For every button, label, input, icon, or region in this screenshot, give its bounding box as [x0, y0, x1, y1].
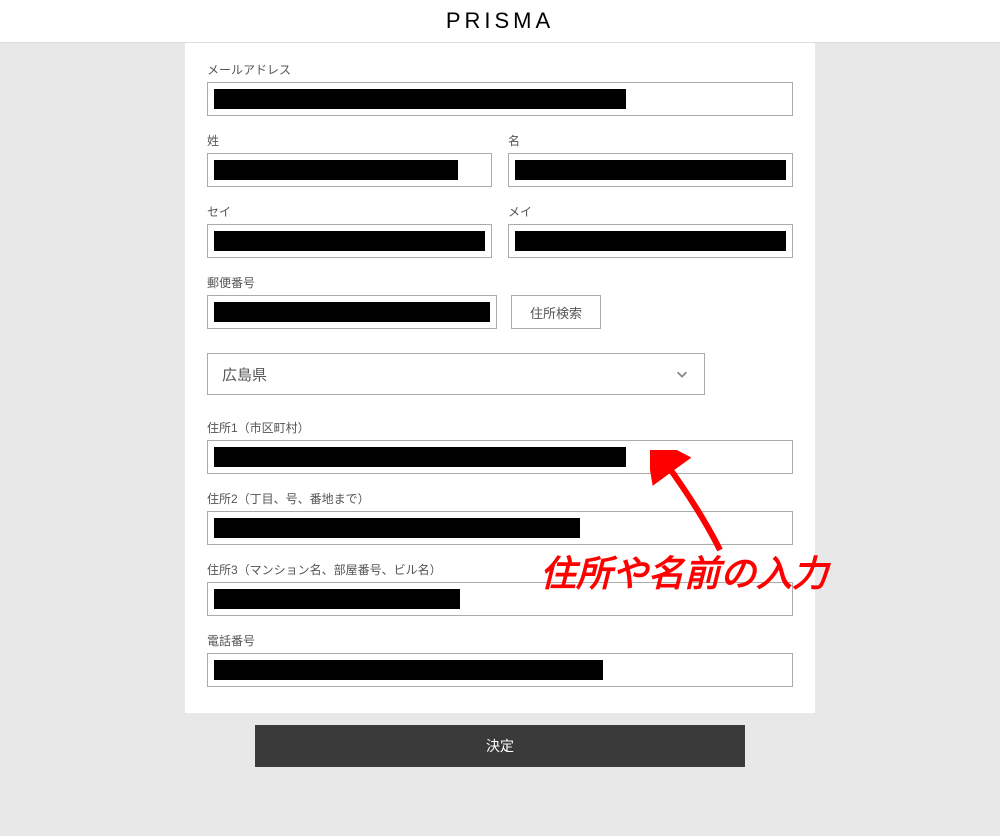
address2-field-group: 住所2（丁目、号、番地まで）: [207, 490, 793, 545]
email-input[interactable]: [207, 82, 793, 116]
first-name-kana-field-group: メイ: [508, 203, 793, 258]
first-name-field-group: 名: [508, 132, 793, 187]
submit-area: 決定: [185, 725, 815, 767]
kana-row: セイ メイ: [207, 203, 793, 274]
postal-row: 郵便番号 住所検索: [207, 274, 793, 329]
redacted-value: [214, 89, 626, 109]
phone-label: 電話番号: [207, 632, 793, 649]
email-field-group: メールアドレス: [207, 61, 793, 116]
redacted-value: [214, 589, 460, 609]
last-name-label: 姓: [207, 132, 492, 149]
phone-field-group: 電話番号: [207, 632, 793, 687]
submit-button[interactable]: 決定: [255, 725, 745, 767]
first-name-input[interactable]: [508, 153, 793, 187]
first-name-kana-label: メイ: [508, 203, 793, 220]
prefecture-selected-value: 広島県: [222, 364, 267, 385]
address2-input[interactable]: [207, 511, 793, 545]
form-container: メールアドレス 姓 名 セイ メイ: [185, 43, 815, 713]
redacted-value: [214, 518, 580, 538]
first-name-kana-input[interactable]: [508, 224, 793, 258]
phone-input[interactable]: [207, 653, 793, 687]
address3-input[interactable]: [207, 582, 793, 616]
prefecture-select[interactable]: 広島県: [207, 353, 705, 395]
redacted-value: [214, 160, 458, 180]
last-name-field-group: 姓: [207, 132, 492, 187]
address3-label: 住所3（マンション名、部屋番号、ビル名）: [207, 561, 793, 578]
chevron-down-icon: [674, 366, 690, 382]
address2-label: 住所2（丁目、号、番地まで）: [207, 490, 793, 507]
redacted-value: [214, 660, 603, 680]
address1-field-group: 住所1（市区町村）: [207, 419, 793, 474]
redacted-value: [515, 231, 786, 251]
redacted-value: [214, 231, 485, 251]
last-name-input[interactable]: [207, 153, 492, 187]
redacted-value: [515, 160, 786, 180]
name-row: 姓 名: [207, 132, 793, 203]
postal-input[interactable]: [207, 295, 497, 329]
postal-label: 郵便番号: [207, 274, 497, 291]
first-name-label: 名: [508, 132, 793, 149]
redacted-value: [214, 302, 490, 322]
address1-input[interactable]: [207, 440, 793, 474]
redacted-value: [214, 447, 626, 467]
address1-label: 住所1（市区町村）: [207, 419, 793, 436]
brand-header: PRISMA: [0, 0, 1000, 43]
brand-logo: PRISMA: [446, 8, 554, 33]
address-search-button[interactable]: 住所検索: [511, 295, 601, 329]
postal-field-group: 郵便番号: [207, 274, 497, 329]
address3-field-group: 住所3（マンション名、部屋番号、ビル名）: [207, 561, 793, 616]
last-name-kana-field-group: セイ: [207, 203, 492, 258]
last-name-kana-input[interactable]: [207, 224, 492, 258]
last-name-kana-label: セイ: [207, 203, 492, 220]
email-label: メールアドレス: [207, 61, 793, 78]
